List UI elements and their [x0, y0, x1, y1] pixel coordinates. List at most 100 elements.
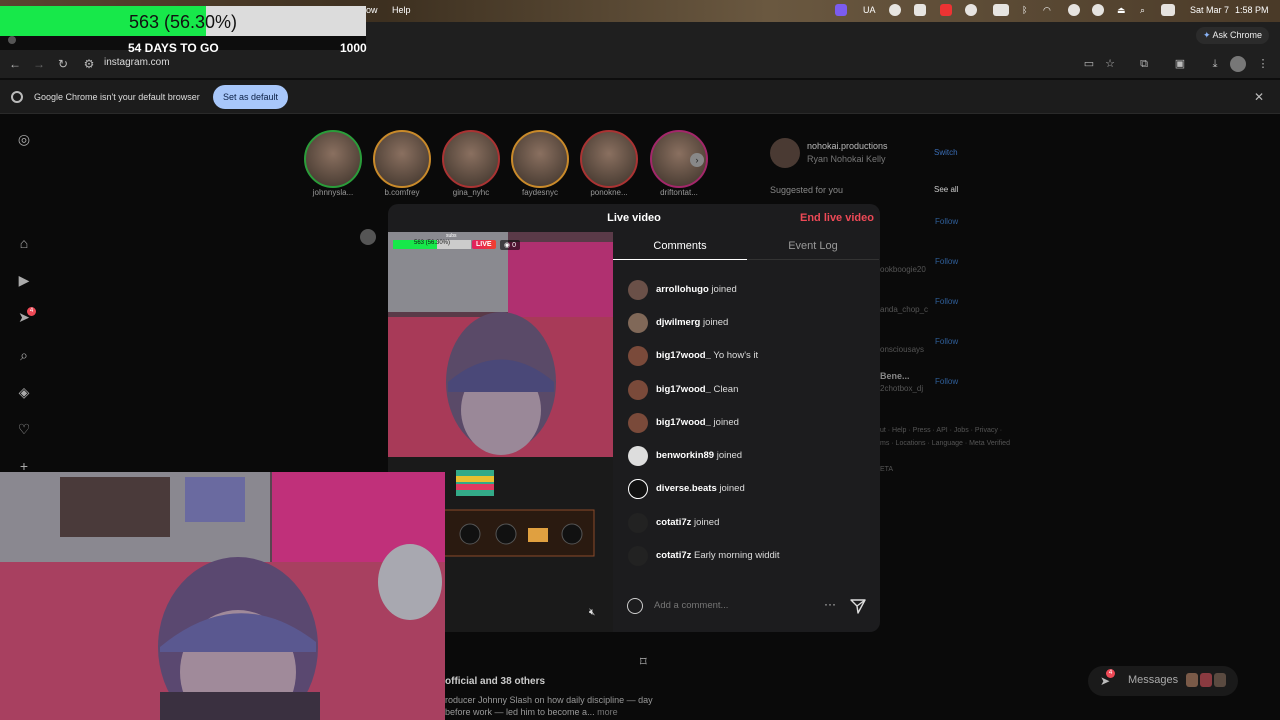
more-link[interactable]: more	[597, 707, 618, 717]
search-icon[interactable]: ⌕	[15, 346, 33, 364]
comment-username[interactable]: big17wood_	[656, 417, 711, 428]
window-close-icon[interactable]	[8, 36, 16, 44]
back-icon[interactable]: ←	[6, 55, 24, 73]
menu-item-help[interactable]: Help	[392, 5, 411, 15]
post-likes: official and 38 others	[445, 676, 545, 687]
viewer-count: ◉ 0	[500, 240, 520, 250]
messages-button[interactable]: ➤ 4 Messages	[1088, 666, 1238, 696]
story-avatar[interactable]	[580, 130, 638, 188]
story-avatar[interactable]	[511, 130, 569, 188]
story-avatar[interactable]	[442, 130, 500, 188]
explore-icon[interactable]: ◈	[15, 383, 33, 401]
post-caption: roducer Johnny Slash on how daily discip…	[445, 694, 655, 718]
app-status-icon[interactable]	[940, 4, 952, 16]
comment-text: djwilmerg joined	[656, 317, 728, 328]
comment-avatar[interactable]	[628, 513, 648, 533]
account-avatar[interactable]	[770, 138, 800, 168]
story-avatar[interactable]	[373, 130, 431, 188]
cast-icon[interactable]: ▭	[1081, 56, 1097, 72]
control-center-icon[interactable]	[1161, 4, 1175, 16]
tab-comments[interactable]: Comments	[613, 236, 747, 260]
comment-text: cotati7z Early morning widdit	[656, 550, 780, 561]
vpn-icon[interactable]	[889, 4, 901, 16]
comment-username[interactable]: cotati7z	[656, 517, 691, 528]
screen-record-icon[interactable]	[835, 4, 847, 16]
more-options-icon[interactable]: ···	[824, 597, 836, 611]
mini-goal-text: 563 (56.30%)	[413, 240, 451, 246]
bookmark-icon[interactable]: ⌑	[640, 654, 654, 669]
network-icon[interactable]	[993, 4, 1009, 16]
tab-event-log[interactable]: Event Log	[747, 236, 879, 260]
site-info-icon[interactable]: ⚙	[80, 55, 98, 73]
follow-button[interactable]: Follow	[935, 297, 958, 306]
follow-button[interactable]: Follow	[935, 377, 958, 386]
clock-icon[interactable]	[1092, 4, 1104, 16]
story-avatar[interactable]	[304, 130, 362, 188]
switch-account-link[interactable]: Switch	[934, 148, 958, 157]
menu-item-window[interactable]: ow	[366, 5, 378, 15]
comment-avatar[interactable]	[628, 280, 648, 300]
comment-avatar[interactable]	[628, 446, 648, 466]
eject-icon[interactable]: ⏏	[1117, 5, 1126, 16]
comment-item: cotati7z Early morning widdit	[628, 546, 868, 568]
send-icon[interactable]	[850, 598, 866, 614]
wifi-icon[interactable]: ◠	[1043, 5, 1051, 16]
emoji-icon[interactable]	[627, 598, 643, 614]
comment-text: big17wood_ Clean	[656, 384, 738, 395]
input-language[interactable]: UA	[863, 5, 876, 15]
footer-links[interactable]: ut · Help · Press · API · Jobs · Privacy…	[880, 424, 1010, 476]
account-username[interactable]: nohokai.productions	[807, 141, 888, 151]
see-all-link[interactable]: See all	[934, 185, 958, 194]
comment-input[interactable]	[654, 600, 814, 611]
comment-username[interactable]: benworkin89	[656, 450, 714, 461]
chrome-menu-icon[interactable]: ⋮	[1255, 56, 1271, 72]
bookmark-star-icon[interactable]: ☆	[1102, 56, 1118, 72]
grid-icon[interactable]	[914, 4, 926, 16]
reels-icon[interactable]: ▶	[15, 271, 33, 289]
sync-icon[interactable]	[965, 4, 977, 16]
forward-icon[interactable]: →	[30, 55, 48, 73]
side-panel-icon[interactable]: ▣	[1172, 56, 1188, 72]
comment-username[interactable]: cotati7z	[656, 550, 691, 561]
comment-avatar[interactable]	[628, 346, 648, 366]
stories-next-icon[interactable]: ›	[690, 153, 704, 167]
follow-button[interactable]: Follow	[935, 217, 958, 226]
comment-avatar[interactable]	[628, 380, 648, 400]
comment-avatar[interactable]	[628, 413, 648, 433]
home-icon[interactable]: ⌂	[15, 234, 33, 252]
comment-text: cotati7z joined	[656, 517, 719, 528]
follow-button[interactable]: Follow	[935, 337, 958, 346]
download-icon[interactable]: ⤓	[1207, 56, 1223, 72]
spotlight-search-icon[interactable]: ⌕	[1140, 5, 1145, 16]
mute-icon[interactable]: 🔇︎	[589, 607, 595, 618]
set-default-button[interactable]: Set as default	[213, 85, 289, 109]
address-bar[interactable]: instagram.com	[104, 57, 170, 68]
bluetooth-icon[interactable]: ᛒ	[1022, 5, 1027, 15]
menubar-date[interactable]: Sat Mar 7	[1190, 5, 1229, 15]
comment-username[interactable]: arrollohugo	[656, 284, 709, 295]
follow-button[interactable]: Follow	[935, 257, 958, 266]
comment-username[interactable]: diverse.beats	[656, 483, 717, 494]
user-icon[interactable]	[1068, 4, 1080, 16]
comment-username[interactable]: big17wood_	[656, 350, 711, 361]
profile-avatar[interactable]	[1230, 56, 1246, 72]
comment-avatar[interactable]	[628, 546, 648, 566]
comment-body: joined	[702, 317, 729, 328]
end-live-video-button[interactable]: End live video	[800, 212, 874, 224]
comment-username[interactable]: big17wood_	[656, 384, 711, 395]
comment-avatar[interactable]	[628, 479, 648, 499]
comment-avatar[interactable]	[628, 313, 648, 333]
extensions-icon[interactable]: ⧉	[1136, 56, 1152, 72]
menubar-time[interactable]: 1:58 PM	[1235, 5, 1269, 15]
comment-item: benworkin89 joined	[628, 446, 868, 468]
story-username: faydesnyc	[521, 188, 559, 197]
close-icon[interactable]: ✕	[1254, 90, 1264, 104]
post-author-avatar[interactable]	[360, 229, 376, 245]
webcam-overlay	[0, 472, 445, 720]
comment-username[interactable]: djwilmerg	[656, 317, 700, 328]
suggestion-handle: ookboogie20	[880, 265, 926, 274]
instagram-logo-icon[interactable]: ◎	[15, 130, 33, 148]
ask-chrome-button[interactable]: ✦ Ask Chrome	[1196, 27, 1270, 44]
reload-icon[interactable]: ↻	[54, 55, 72, 73]
heart-icon[interactable]: ♡	[15, 420, 33, 438]
